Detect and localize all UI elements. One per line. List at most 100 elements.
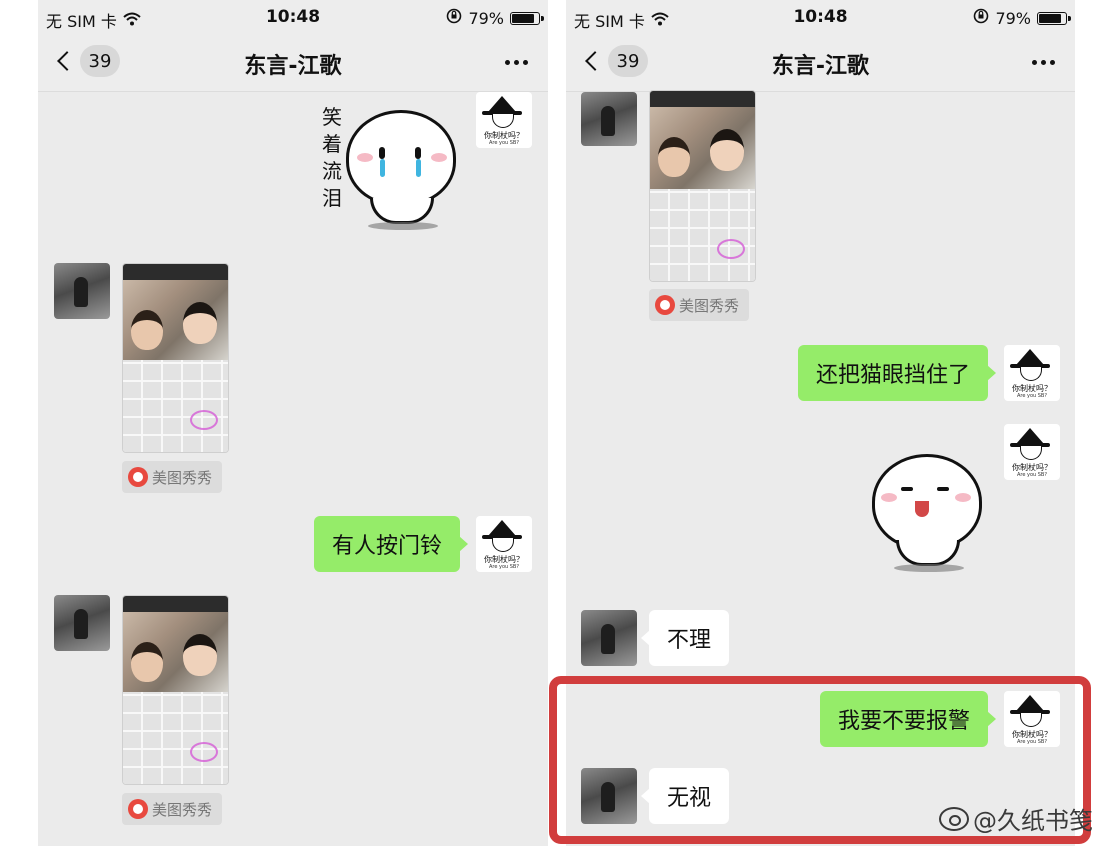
face-shape — [183, 634, 217, 676]
screenshot-photo — [123, 280, 228, 362]
more-dot-icon — [523, 60, 528, 65]
my-avatar[interactable]: 你制杖吗？ Are you SB? — [476, 516, 532, 572]
app-source-tag[interactable]: 美图秀秀 — [122, 461, 223, 493]
friend-avatar[interactable] — [581, 610, 637, 666]
more-options-button[interactable] — [505, 60, 528, 65]
more-dot-icon — [514, 60, 519, 65]
keyboard-image — [123, 692, 228, 784]
battery-status: 79% — [446, 8, 544, 28]
chat-title: 东言-江歌 — [771, 54, 870, 79]
message-bubble-doorbell[interactable]: 有人按门铃 — [313, 516, 469, 572]
battery-percent: 79% — [468, 8, 504, 28]
sticker-shadow — [368, 222, 438, 230]
chat-navbar: 39 东言-江歌 — [38, 36, 548, 92]
status-bar: 无 SIM 卡 10:48 79% — [566, 0, 1075, 36]
weibo-icon — [939, 806, 969, 831]
my-avatar[interactable]: 你制杖吗？ Are you SB? — [1004, 345, 1060, 401]
keyboard-image — [123, 360, 228, 452]
image-message[interactable] — [649, 90, 756, 282]
more-dot-icon — [505, 60, 510, 65]
sticker-shadow — [894, 564, 964, 572]
blush-icon — [881, 493, 897, 502]
sticker-caption-char: 着 — [322, 132, 342, 156]
battery-icon — [510, 11, 544, 25]
message-text: 不理 — [667, 628, 712, 653]
battery-percent: 79% — [995, 8, 1031, 28]
face-shape — [183, 302, 217, 344]
message-list[interactable]: 笑 着 流 泪 你制杖吗？ Are you SB? 美图秀秀 有人按门铃 你制杖… — [38, 92, 548, 846]
tongue-out-sticker[interactable] — [868, 452, 988, 572]
sticker-body — [896, 540, 960, 566]
message-bubble-peephole[interactable]: 还把猫眼挡住了 — [797, 345, 997, 401]
tongue-icon — [915, 501, 929, 517]
message-bubble-ignore[interactable]: 不理 — [640, 610, 730, 666]
avatar-subcaption: Are you SB? — [1016, 393, 1048, 399]
sticker-head — [346, 110, 456, 206]
sticker-body — [370, 198, 434, 224]
chat-navbar: 39 东言-江歌 — [566, 36, 1075, 92]
keyboard-image — [650, 189, 755, 281]
more-dot-icon — [1050, 60, 1055, 65]
screenshot-photo — [123, 612, 228, 694]
image-message[interactable] — [122, 595, 229, 785]
sticker-caption: 笑 着 流 泪 — [322, 104, 346, 212]
face-shape — [710, 129, 744, 171]
scribble-mark — [190, 742, 218, 762]
watermark-text: @久纸书笺 — [973, 807, 1093, 835]
eye-icon — [415, 147, 421, 159]
my-avatar[interactable]: 你制杖吗？ Are you SB? — [476, 92, 532, 148]
left-phone-screen: 无 SIM 卡 10:48 79% 39 东言-江歌 笑 着 流 泪 你制杖吗？… — [38, 0, 548, 846]
avatar-subcaption: Are you SB? — [488, 140, 520, 146]
blush-icon — [431, 153, 447, 162]
friend-avatar[interactable] — [54, 263, 110, 319]
sticker-caption-char: 泪 — [322, 186, 342, 210]
face-shape — [131, 310, 163, 350]
blush-icon — [357, 153, 373, 162]
blush-icon — [955, 493, 971, 502]
witch-face — [492, 538, 514, 552]
scribble-mark — [717, 239, 745, 259]
watermark: @久纸书笺 — [939, 801, 1093, 836]
battery-icon — [1037, 11, 1071, 25]
message-text: 有人按门铃 — [331, 534, 442, 559]
witch-hat-icon — [1016, 349, 1044, 365]
image-message[interactable] — [122, 263, 229, 453]
battery-status: 79% — [973, 8, 1071, 28]
witch-face — [1020, 367, 1042, 381]
crying-laugh-sticker[interactable]: 笑 着 流 泪 — [306, 104, 476, 244]
sticker-head — [872, 454, 982, 550]
friend-avatar[interactable] — [581, 92, 637, 146]
more-dot-icon — [1041, 60, 1046, 65]
eye-icon — [901, 487, 913, 491]
friend-avatar[interactable] — [54, 595, 110, 651]
more-options-button[interactable] — [1032, 60, 1055, 65]
tear-icon — [380, 159, 385, 177]
screenshot-header — [123, 596, 228, 612]
app-source-label: 美图秀秀 — [152, 800, 213, 819]
eye-icon — [937, 487, 949, 491]
app-source-label: 美图秀秀 — [679, 296, 740, 315]
meitu-icon — [128, 799, 148, 819]
status-bar: 无 SIM 卡 10:48 79% — [38, 0, 548, 36]
message-text: 还把猫眼挡住了 — [815, 363, 970, 388]
scribble-mark — [190, 410, 218, 430]
meitu-icon — [128, 467, 148, 487]
tear-icon — [416, 159, 421, 177]
witch-face — [1020, 446, 1042, 460]
chat-title: 东言-江歌 — [244, 54, 342, 79]
app-source-tag[interactable]: 美图秀秀 — [122, 793, 223, 825]
eye-icon — [379, 147, 385, 159]
my-avatar[interactable]: 你制杖吗？ Are you SB? — [1004, 424, 1060, 480]
sticker-caption-char: 笑 — [322, 105, 342, 129]
app-source-tag[interactable]: 美图秀秀 — [649, 289, 750, 321]
orientation-lock-icon — [446, 8, 462, 28]
avatar-subcaption: Are you SB? — [488, 564, 520, 570]
app-source-label: 美图秀秀 — [152, 468, 213, 487]
screenshot-header — [650, 91, 755, 107]
orientation-lock-icon — [973, 8, 989, 28]
more-dot-icon — [1032, 60, 1037, 65]
witch-hat-icon — [488, 520, 516, 536]
face-shape — [658, 137, 690, 177]
face-shape — [131, 642, 163, 682]
witch-face — [492, 114, 514, 128]
